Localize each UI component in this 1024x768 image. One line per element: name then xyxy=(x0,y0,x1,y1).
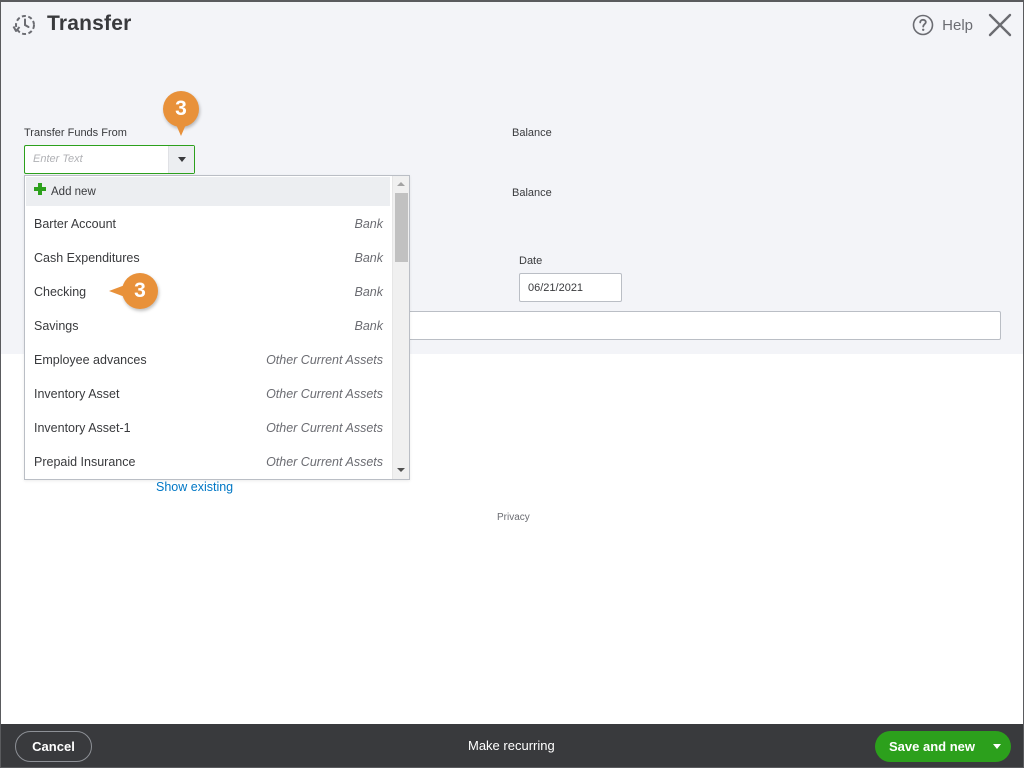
list-item[interactable]: Prepaid Insurance Other Current Assets xyxy=(25,444,391,478)
account-name: Barter Account xyxy=(34,217,116,231)
account-type: Other Current Assets xyxy=(266,421,383,435)
list-item[interactable]: Employee advances Other Current Assets xyxy=(25,342,391,376)
transfer-window: Transfer Help Transfer Funds From Enter … xyxy=(0,0,1024,768)
privacy-link[interactable]: Privacy xyxy=(497,512,530,523)
scrollbar-thumb[interactable] xyxy=(395,193,408,262)
date-field[interactable]: 06/21/2021 xyxy=(519,273,622,302)
account-name: Employee advances xyxy=(34,353,147,367)
account-type: Bank xyxy=(354,319,384,333)
callout-number: 3 xyxy=(134,279,146,302)
add-new-label: Add new xyxy=(51,186,96,198)
account-name: Prepaid Insurance xyxy=(34,455,136,469)
step-callout-badge: 3 xyxy=(109,273,158,309)
account-options: Barter Account Bank Cash Expenditures Ba… xyxy=(25,206,391,478)
account-dropdown-list: Add new Barter Account Bank Cash Expendi… xyxy=(24,175,410,480)
close-icon[interactable] xyxy=(988,13,1012,37)
show-existing-link[interactable]: Show existing xyxy=(156,480,233,494)
transfer-from-label: Transfer Funds From xyxy=(24,127,127,139)
transfer-from-combobox[interactable]: Enter Text xyxy=(24,145,195,174)
chevron-down-icon xyxy=(177,157,186,162)
footer-bar: Cancel Make recurring Save and new xyxy=(1,724,1023,767)
balance-to-label: Balance xyxy=(512,187,552,199)
transfer-from-placeholder: Enter Text xyxy=(33,153,83,165)
history-icon xyxy=(12,15,35,35)
plus-icon xyxy=(34,183,46,195)
header: Transfer Help xyxy=(1,2,1023,48)
transfer-from-dropdown-button[interactable] xyxy=(168,146,194,173)
account-type: Bank xyxy=(354,285,384,299)
account-type: Other Current Assets xyxy=(266,455,383,469)
account-name: Inventory Asset-1 xyxy=(34,421,131,435)
help-label: Help xyxy=(942,16,973,34)
scroll-up-icon[interactable] xyxy=(397,182,405,186)
save-options-button[interactable] xyxy=(983,731,1011,762)
account-name: Cash Expenditures xyxy=(34,251,140,265)
account-name: Savings xyxy=(34,319,79,333)
amount-field[interactable] xyxy=(401,311,1001,340)
list-item[interactable]: Cash Expenditures Bank xyxy=(25,240,391,274)
save-and-new-button[interactable]: Save and new xyxy=(875,731,1011,762)
callout-number: 3 xyxy=(175,97,187,120)
list-item[interactable]: Inventory Asset Other Current Assets xyxy=(25,376,391,410)
help-icon xyxy=(912,14,934,36)
account-name: Inventory Asset xyxy=(34,387,120,401)
account-type: Other Current Assets xyxy=(266,387,383,401)
add-new-option[interactable]: Add new xyxy=(26,177,390,206)
scroll-down-icon[interactable] xyxy=(397,468,405,472)
cancel-button[interactable]: Cancel xyxy=(15,731,92,762)
help-button[interactable]: Help xyxy=(912,14,973,36)
account-type: Other Current Assets xyxy=(266,353,383,367)
make-recurring-button[interactable]: Make recurring xyxy=(468,738,555,753)
date-label: Date xyxy=(519,255,543,267)
list-item[interactable]: Checking Bank xyxy=(25,274,391,308)
account-type: Bank xyxy=(354,251,384,265)
account-name: Checking xyxy=(34,285,87,299)
balance-from-label: Balance xyxy=(512,127,552,139)
page-title: Transfer xyxy=(47,12,132,35)
step-callout-badge: 3 xyxy=(163,91,199,136)
account-type: Bank xyxy=(354,217,384,231)
list-item[interactable]: Barter Account Bank xyxy=(25,206,391,240)
list-item[interactable]: Inventory Asset-1 Other Current Assets xyxy=(25,410,391,444)
list-item[interactable]: Savings Bank xyxy=(25,308,391,342)
save-and-new-label: Save and new xyxy=(889,739,975,754)
dropdown-scrollbar[interactable] xyxy=(392,176,409,479)
chevron-down-icon xyxy=(993,744,1001,749)
